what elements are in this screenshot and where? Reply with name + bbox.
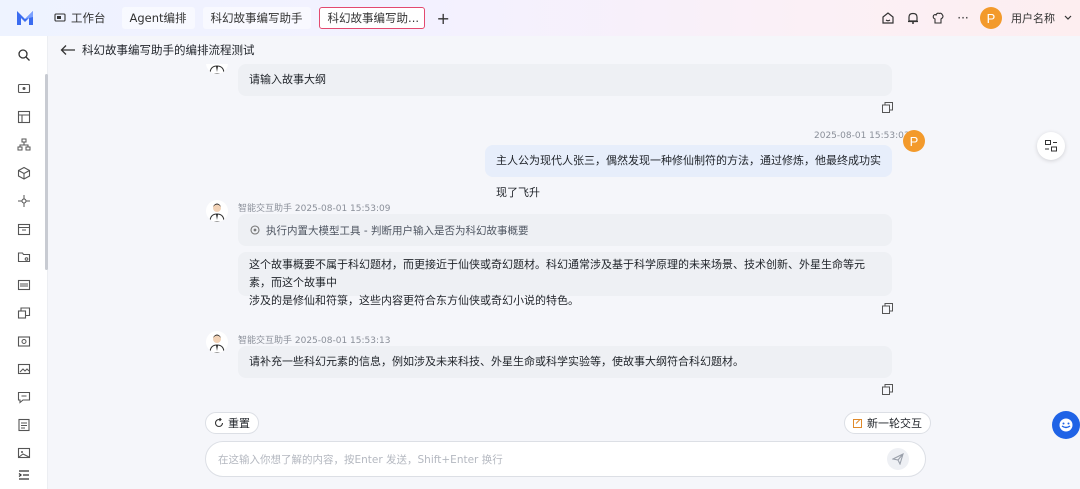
tab-label: 科幻故事编写助...: [327, 11, 420, 25]
refresh-icon: [214, 417, 224, 428]
image-icon[interactable]: [17, 362, 31, 376]
send-icon: [892, 453, 904, 465]
message-bubble: 请补充一些科幻元素的信息，例如涉及未来科技、外星生命或科学实验等，使故事大纲符合…: [238, 346, 892, 378]
help-assistant-button[interactable]: [1052, 411, 1080, 439]
top-bar: 工作台 Agent编排 科幻故事编写助手 科幻故事编写助... + ··· P …: [0, 0, 1080, 36]
message-timestamp: 2025-08-01 15:53:03: [814, 131, 910, 141]
copy-icon[interactable]: [882, 384, 893, 395]
add-tab-icon[interactable]: +: [437, 9, 450, 28]
collapse-menu-icon[interactable]: [17, 468, 31, 482]
chat-input-box[interactable]: [205, 441, 926, 477]
message-bubble: 请输入故事大纲: [238, 64, 892, 96]
sidebar: [0, 36, 48, 489]
username[interactable]: 用户名称: [1011, 10, 1055, 26]
home-icon[interactable]: [880, 10, 896, 26]
app-logo-icon[interactable]: [14, 7, 36, 29]
message-line: 这个故事概要不属于科幻题材，而更接近于仙侠或奇幻题材。科幻通常涉及基于科学原理的…: [249, 258, 865, 289]
bot-avatar: [206, 200, 228, 222]
new-round-label: 新一轮交互: [867, 417, 922, 430]
network-icon[interactable]: [17, 194, 31, 208]
dashboard-icon[interactable]: [17, 110, 31, 124]
floating-tool-button[interactable]: [1037, 132, 1065, 160]
tab-story-assistant[interactable]: 科幻故事编写助手: [202, 7, 311, 29]
calendar-icon[interactable]: [17, 222, 31, 236]
layers-icon[interactable]: [17, 306, 31, 320]
chevron-down-icon[interactable]: [1064, 10, 1072, 26]
folder-settings-icon[interactable]: [17, 250, 31, 264]
send-button[interactable]: [887, 448, 909, 470]
copy-icon[interactable]: [882, 303, 893, 314]
message-meta: 智能交互助手 2025-08-01 15:53:13: [238, 336, 391, 346]
workbench-icon: [54, 12, 66, 24]
tab-agent[interactable]: Agent编排: [121, 7, 195, 29]
bot-avatar: [206, 64, 228, 74]
more-icon[interactable]: ···: [955, 10, 971, 26]
chat-area: 请输入故事大纲 2025-08-01 15:53:03 P 主人公为现代人张三，…: [48, 64, 1080, 489]
document-icon[interactable]: [17, 418, 31, 432]
tab-label: Agent编排: [129, 11, 187, 25]
monitor-icon[interactable]: [17, 82, 31, 96]
tab-story-assistant-test[interactable]: 科幻故事编写助...: [318, 7, 425, 29]
assistant-icon: [1059, 418, 1073, 432]
hierarchy-icon[interactable]: [17, 138, 31, 152]
tool-icon: [250, 225, 260, 235]
bot-avatar: [206, 331, 228, 353]
chat-icon[interactable]: [17, 390, 31, 404]
copy-icon[interactable]: [882, 102, 893, 113]
user-message-avatar: P: [903, 130, 925, 152]
tab-workbench[interactable]: 工作台: [54, 7, 114, 29]
barcode-icon[interactable]: [17, 278, 31, 292]
tab-label: 科幻故事编写助手: [210, 11, 303, 25]
search-icon[interactable]: [17, 48, 31, 62]
message-bubble: 这个故事概要不属于科幻题材，而更接近于仙侠或奇幻题材。科幻通常涉及基于科学原理的…: [238, 252, 892, 307]
reset-button[interactable]: 重置: [205, 412, 259, 434]
page-header: 科幻故事编写助手的编排流程测试: [48, 36, 1080, 64]
gallery-icon[interactable]: [17, 446, 31, 460]
new-round-button[interactable]: 新一轮交互: [844, 412, 931, 434]
camera-icon[interactable]: [17, 334, 31, 348]
reset-label: 重置: [228, 417, 250, 430]
message-line: 涉及的是修仙和符箓，这些内容更符合东方仙侠或奇幻小说的特色。: [249, 294, 579, 307]
cube-icon[interactable]: [17, 166, 31, 180]
message-meta: 智能交互助手 2025-08-01 15:53:09: [238, 204, 391, 214]
bell-icon[interactable]: [905, 10, 921, 26]
user-avatar[interactable]: P: [980, 7, 1002, 29]
back-arrow-icon[interactable]: [60, 44, 76, 56]
chat-input[interactable]: [218, 450, 858, 470]
tab-label: 工作台: [71, 11, 106, 25]
settings-sliders-icon: [1045, 140, 1057, 152]
user-message-bubble: 主人公为现代人张三，偶然发现一种修仙制符的方法，通过修炼，他最终成功实现了飞升: [485, 145, 892, 199]
page-title: 科幻故事编写助手的编排流程测试: [82, 43, 255, 57]
tool-call-label: 执行内置大模型工具 - 判断用户输入是否为科幻故事概要: [266, 224, 529, 237]
chef-hat-icon[interactable]: [930, 10, 946, 26]
new-chat-icon: [853, 418, 863, 428]
tool-call-row[interactable]: 执行内置大模型工具 - 判断用户输入是否为科幻故事概要: [238, 214, 892, 246]
